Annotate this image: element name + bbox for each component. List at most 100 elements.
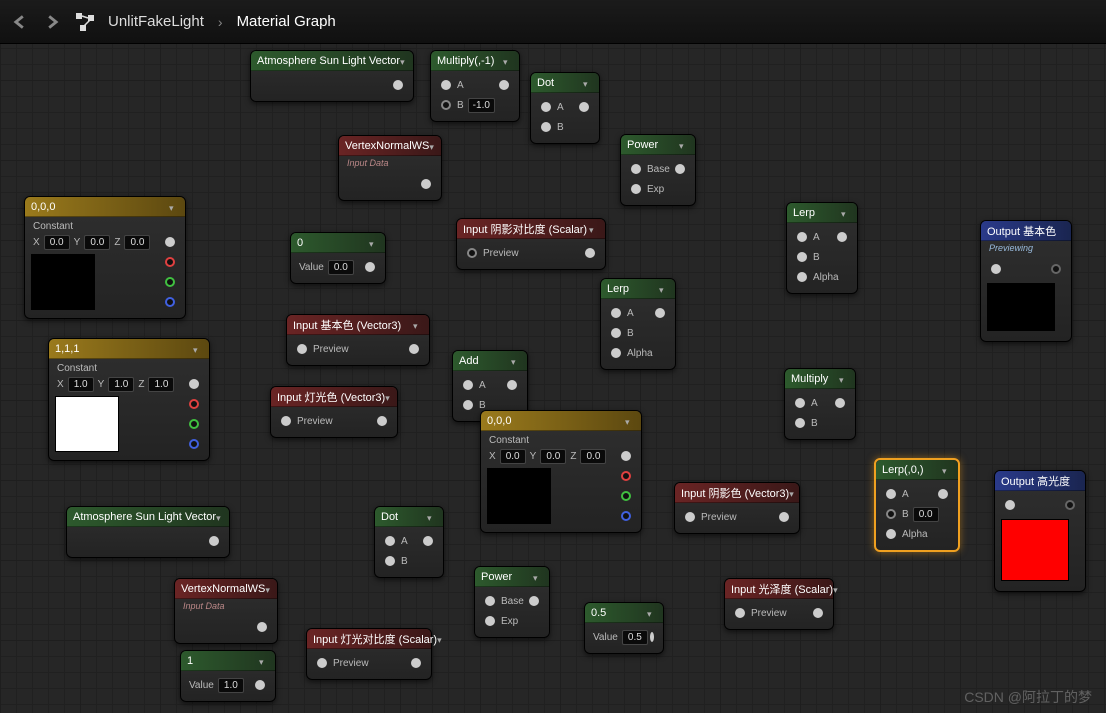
chevron-down-icon[interactable]: [259, 656, 269, 666]
chevron-down-icon[interactable]: [942, 465, 952, 475]
chevron-down-icon[interactable]: [511, 356, 521, 366]
z-input[interactable]: 0.0: [124, 235, 150, 250]
pin-b[interactable]: [165, 297, 175, 307]
pin-r[interactable]: [621, 471, 631, 481]
pin-out[interactable]: [529, 596, 539, 606]
node-output-spec[interactable]: Output 高光度: [994, 470, 1086, 592]
node-lerp-0[interactable]: Lerp(,0,) A B0.0 Alpha: [874, 458, 960, 552]
pin-out[interactable]: [411, 658, 421, 668]
y-input[interactable]: 1.0: [108, 377, 134, 392]
node-atmosphere-sun-light-vector[interactable]: Atmosphere Sun Light Vector: [66, 506, 230, 558]
node-input-shadow-contrast[interactable]: Input 阴影对比度 (Scalar) Preview: [456, 218, 606, 270]
pin-out[interactable]: [585, 248, 595, 258]
chevron-down-icon[interactable]: [647, 608, 657, 618]
node-lerp[interactable]: Lerp A B Alpha: [786, 202, 858, 294]
pin-out[interactable]: [409, 344, 419, 354]
chevron-down-icon[interactable]: [533, 572, 543, 582]
node-output-base[interactable]: Output 基本色 Previewing: [980, 220, 1072, 342]
pin-b[interactable]: [441, 100, 451, 110]
pin-base[interactable]: [485, 596, 495, 606]
value-input[interactable]: 0.0: [913, 507, 939, 522]
node-input-gloss[interactable]: Input 光泽度 (Scalar) Preview: [724, 578, 834, 630]
chevron-down-icon[interactable]: [503, 56, 513, 66]
node-vertex-normal-ws[interactable]: VertexNormalWS Input Data: [338, 135, 442, 201]
pin-out[interactable]: [365, 262, 375, 272]
pin-alpha[interactable]: [886, 529, 896, 539]
pin-in[interactable]: [735, 608, 745, 618]
chevron-down-icon[interactable]: [216, 512, 223, 522]
pin-a[interactable]: [441, 80, 451, 90]
pin-in[interactable]: [297, 344, 307, 354]
node-atmosphere-sun-light-vector[interactable]: Atmosphere Sun Light Vector: [250, 50, 414, 102]
node-lerp[interactable]: Lerp A B Alpha: [600, 278, 676, 370]
chevron-down-icon[interactable]: [679, 140, 689, 150]
pin-a[interactable]: [795, 398, 805, 408]
z-input[interactable]: 0.0: [580, 449, 606, 464]
node-dot[interactable]: Dot A B: [530, 72, 600, 144]
pin-out[interactable]: [423, 536, 433, 546]
node-dot[interactable]: Dot A B: [374, 506, 444, 578]
pin-alpha[interactable]: [611, 348, 621, 358]
pin-out[interactable]: [257, 622, 267, 632]
pin-a[interactable]: [886, 489, 896, 499]
pin-out[interactable]: [837, 232, 847, 242]
pin-b[interactable]: [797, 252, 807, 262]
pin-out[interactable]: [499, 80, 509, 90]
pin-out[interactable]: [650, 632, 654, 642]
pin-out[interactable]: [507, 380, 517, 390]
pin-out[interactable]: [655, 308, 665, 318]
node-constant-000[interactable]: 0,0,0 Constant X0.0 Y0.0 Z0.0: [480, 410, 642, 533]
y-input[interactable]: 0.0: [84, 235, 110, 250]
pin-g[interactable]: [165, 277, 175, 287]
pin-r[interactable]: [189, 399, 199, 409]
chevron-down-icon[interactable]: [589, 224, 599, 234]
node-scalar-0[interactable]: 0 Value0.0: [290, 232, 386, 284]
breadcrumb-root[interactable]: UnlitFakeLight: [108, 13, 204, 30]
pin-in[interactable]: [991, 264, 1001, 274]
pin-out[interactable]: [421, 179, 431, 189]
pin-b[interactable]: [189, 439, 199, 449]
chevron-down-icon[interactable]: [427, 512, 437, 522]
pin-b[interactable]: [795, 418, 805, 428]
pin-a[interactable]: [541, 102, 551, 112]
pin-base[interactable]: [631, 164, 641, 174]
pin-b[interactable]: [621, 511, 631, 521]
node-constant-111[interactable]: 1,1,1 Constant X1.0 Y1.0 Z1.0: [48, 338, 210, 461]
x-input[interactable]: 0.0: [500, 449, 526, 464]
node-scalar-05[interactable]: 0.5 Value0.5: [584, 602, 664, 654]
pin-b[interactable]: [463, 400, 473, 410]
chevron-down-icon[interactable]: [625, 416, 635, 426]
pin-out[interactable]: [189, 379, 199, 389]
chevron-down-icon[interactable]: [413, 320, 423, 330]
pin-a[interactable]: [797, 232, 807, 242]
node-power[interactable]: Power Base Exp: [620, 134, 696, 206]
pin-in[interactable]: [317, 658, 327, 668]
pin-in[interactable]: [685, 512, 695, 522]
pin-out[interactable]: [255, 680, 265, 690]
pin-out[interactable]: [393, 80, 403, 90]
chevron-down-icon[interactable]: [659, 284, 669, 294]
node-input-shadow[interactable]: Input 阴影色 (Vector3) Preview: [674, 482, 800, 534]
pin-a[interactable]: [611, 308, 621, 318]
value-input[interactable]: -1.0: [468, 98, 495, 113]
pin-in[interactable]: [1005, 500, 1015, 510]
z-input[interactable]: 1.0: [148, 377, 174, 392]
node-power[interactable]: Power Base Exp: [474, 566, 550, 638]
x-input[interactable]: 1.0: [68, 377, 94, 392]
node-multiply[interactable]: Multiply A B: [784, 368, 856, 440]
pin-in[interactable]: [281, 416, 291, 426]
x-input[interactable]: 0.0: [44, 235, 70, 250]
pin-alpha[interactable]: [797, 272, 807, 282]
chevron-down-icon[interactable]: [169, 202, 179, 212]
pin-out[interactable]: [1065, 500, 1075, 510]
pin-out[interactable]: [621, 451, 631, 461]
pin-g[interactable]: [621, 491, 631, 501]
pin-g[interactable]: [189, 419, 199, 429]
node-constant-000[interactable]: 0,0,0 Constant X0.0 Y0.0 Z0.0: [24, 196, 186, 319]
pin-out[interactable]: [1051, 264, 1061, 274]
chevron-down-icon[interactable]: [833, 584, 838, 594]
pin-out[interactable]: [779, 512, 789, 522]
chevron-down-icon[interactable]: [437, 634, 442, 644]
pin-out[interactable]: [377, 416, 387, 426]
value-input[interactable]: 1.0: [218, 678, 244, 693]
